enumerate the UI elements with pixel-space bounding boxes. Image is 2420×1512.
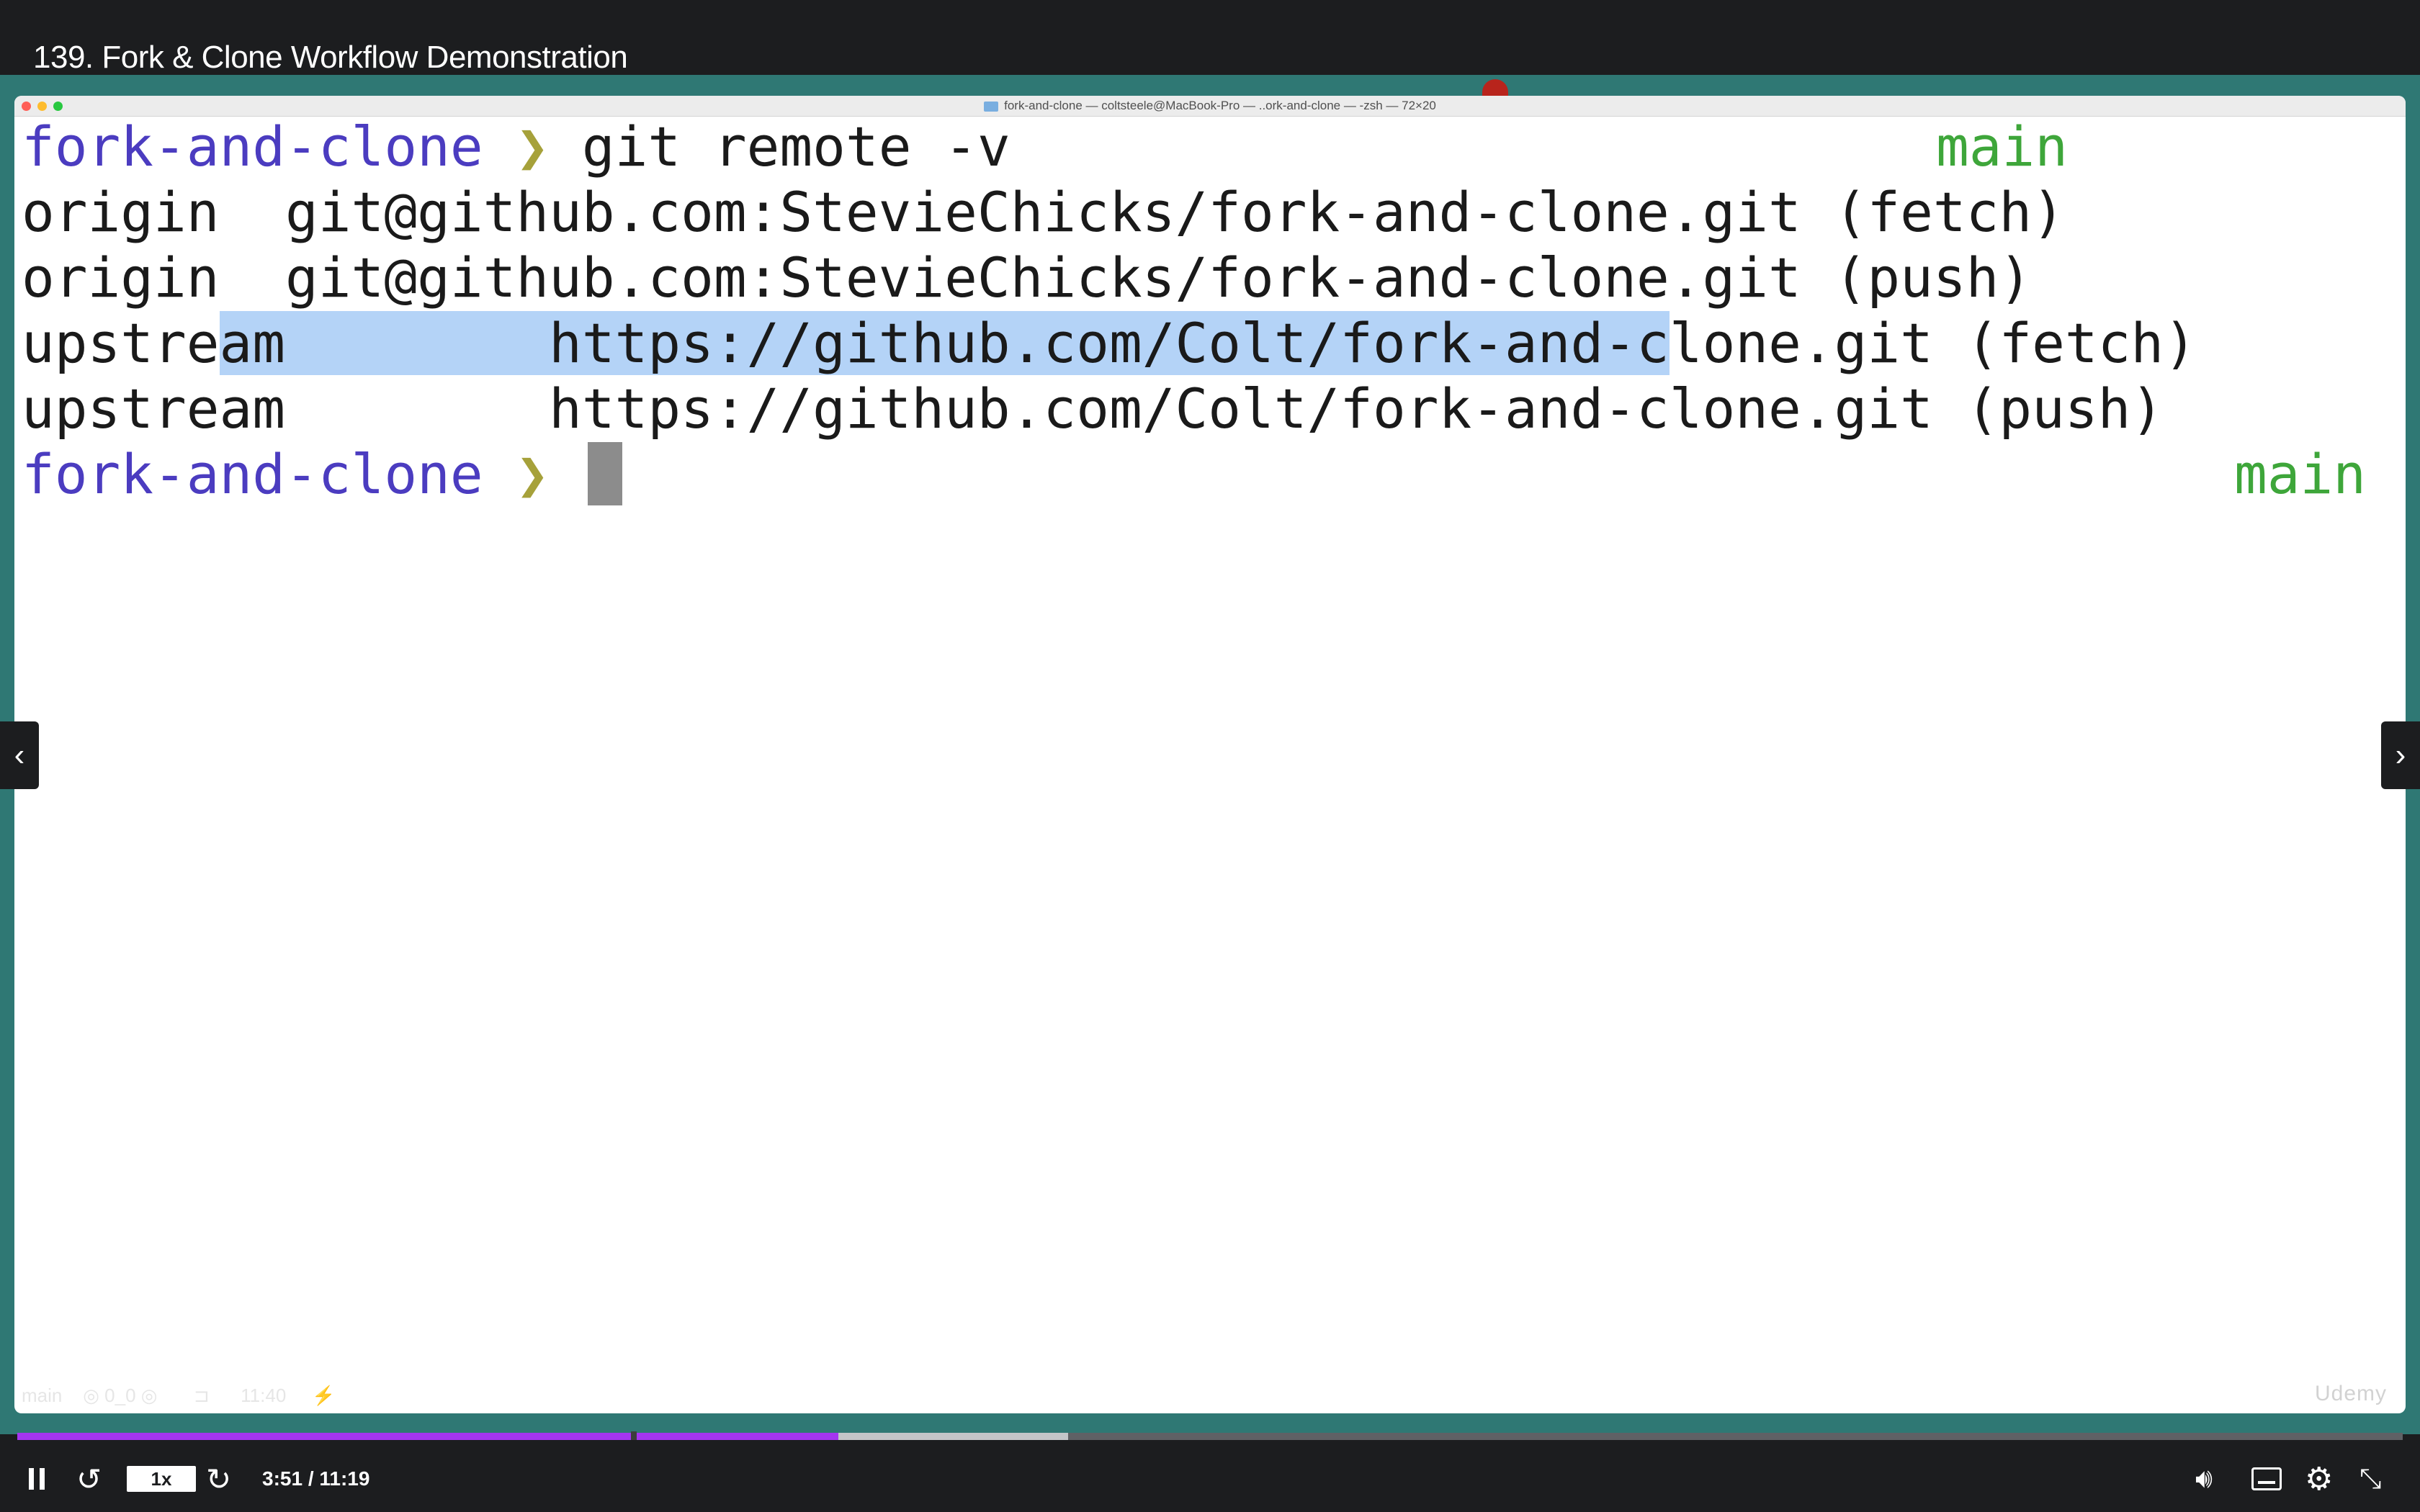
typed-command: git remote -v: [581, 114, 1010, 179]
played-progress: [17, 1433, 839, 1440]
git-branch-indicator: main: [2234, 442, 2367, 506]
forward-5-icon: ↻: [206, 1462, 232, 1496]
output-text: upstre: [22, 311, 220, 375]
terminal-title-bar: fork-and-clone — coltsteele@MacBook-Pro …: [14, 96, 2406, 117]
prompt-directory: fork-and-clone: [22, 442, 483, 506]
output-line-selected[interactable]: upstream https://github.com/Colt/fork-an…: [22, 311, 2197, 376]
output-line: origin git@github.com:StevieChicks/fork-…: [22, 246, 2033, 310]
chevron-right-icon: ›: [2395, 737, 2406, 773]
terminal-window-title: fork-and-clone — coltsteele@MacBook-Pro …: [1004, 99, 1436, 112]
terminal-cursor: [587, 442, 622, 505]
text-selection[interactable]: am https://github.com/Colt/fork-and-c: [219, 311, 1670, 375]
forward-button[interactable]: ↻: [206, 1462, 245, 1496]
player-controls: ↺ 1x ↻ 3:51 / 11:19 🔊︎ ⚙ ⤡: [0, 1440, 2420, 1512]
folder-icon: [984, 101, 999, 112]
fullscreen-button[interactable]: ⤡: [2360, 1462, 2393, 1496]
time-display: 3:51 / 11:19: [262, 1467, 370, 1490]
output-line: upstream https://github.com/Colt/fork-an…: [22, 377, 2164, 441]
pause-button[interactable]: [29, 1462, 58, 1496]
prompt-directory: fork-and-clone: [22, 114, 483, 179]
video-progress-bar[interactable]: [17, 1431, 2403, 1441]
close-window-icon: [22, 102, 31, 111]
settings-button[interactable]: ⚙: [2305, 1461, 2338, 1497]
captions-icon: [2251, 1467, 2282, 1490]
next-lecture-button[interactable]: ›: [2381, 721, 2420, 789]
prompt-arrow: ❯: [516, 114, 550, 179]
pause-icon: [29, 1468, 34, 1490]
volume-icon: 🔊︎: [2195, 1463, 2213, 1494]
output-line: origin git@github.com:StevieChicks/fork-…: [22, 180, 2065, 244]
captions-button[interactable]: [2251, 1462, 2285, 1496]
terminal-window: fork-and-clone — coltsteele@MacBook-Pro …: [14, 96, 2406, 1413]
chevron-left-icon: ‹: [14, 737, 25, 773]
playback-rate-button[interactable]: 1x: [127, 1466, 196, 1492]
faint-status-bar: main ◎ 0_0 ◎ ⊐ 11:40 ⚡: [22, 1385, 336, 1406]
exit-fullscreen-icon: ⤡: [2360, 1463, 2382, 1494]
previous-lecture-button[interactable]: ‹: [0, 721, 39, 789]
git-branch-indicator: main: [1936, 114, 2069, 179]
lecture-header: 139. Fork & Clone Workflow Demonstration: [0, 0, 2420, 75]
output-text: lone.git (fetch): [1669, 311, 2197, 375]
prompt-line[interactable]: fork-and-clone ❯: [22, 442, 622, 507]
lecture-title: 139. Fork & Clone Workflow Demonstration: [33, 40, 628, 75]
rewind-5-icon: ↺: [76, 1462, 102, 1496]
gear-icon: ⚙: [2305, 1461, 2334, 1497]
udemy-watermark: Udemy: [2314, 1382, 2387, 1405]
minimize-window-icon: [37, 102, 47, 111]
volume-button[interactable]: 🔊︎: [2195, 1462, 2231, 1496]
rewind-button[interactable]: ↺: [76, 1462, 115, 1496]
prompt-arrow: ❯: [516, 442, 550, 506]
command-line: fork-and-clone ❯ git remote -v: [22, 114, 1010, 179]
maximize-window-icon: [53, 102, 63, 111]
